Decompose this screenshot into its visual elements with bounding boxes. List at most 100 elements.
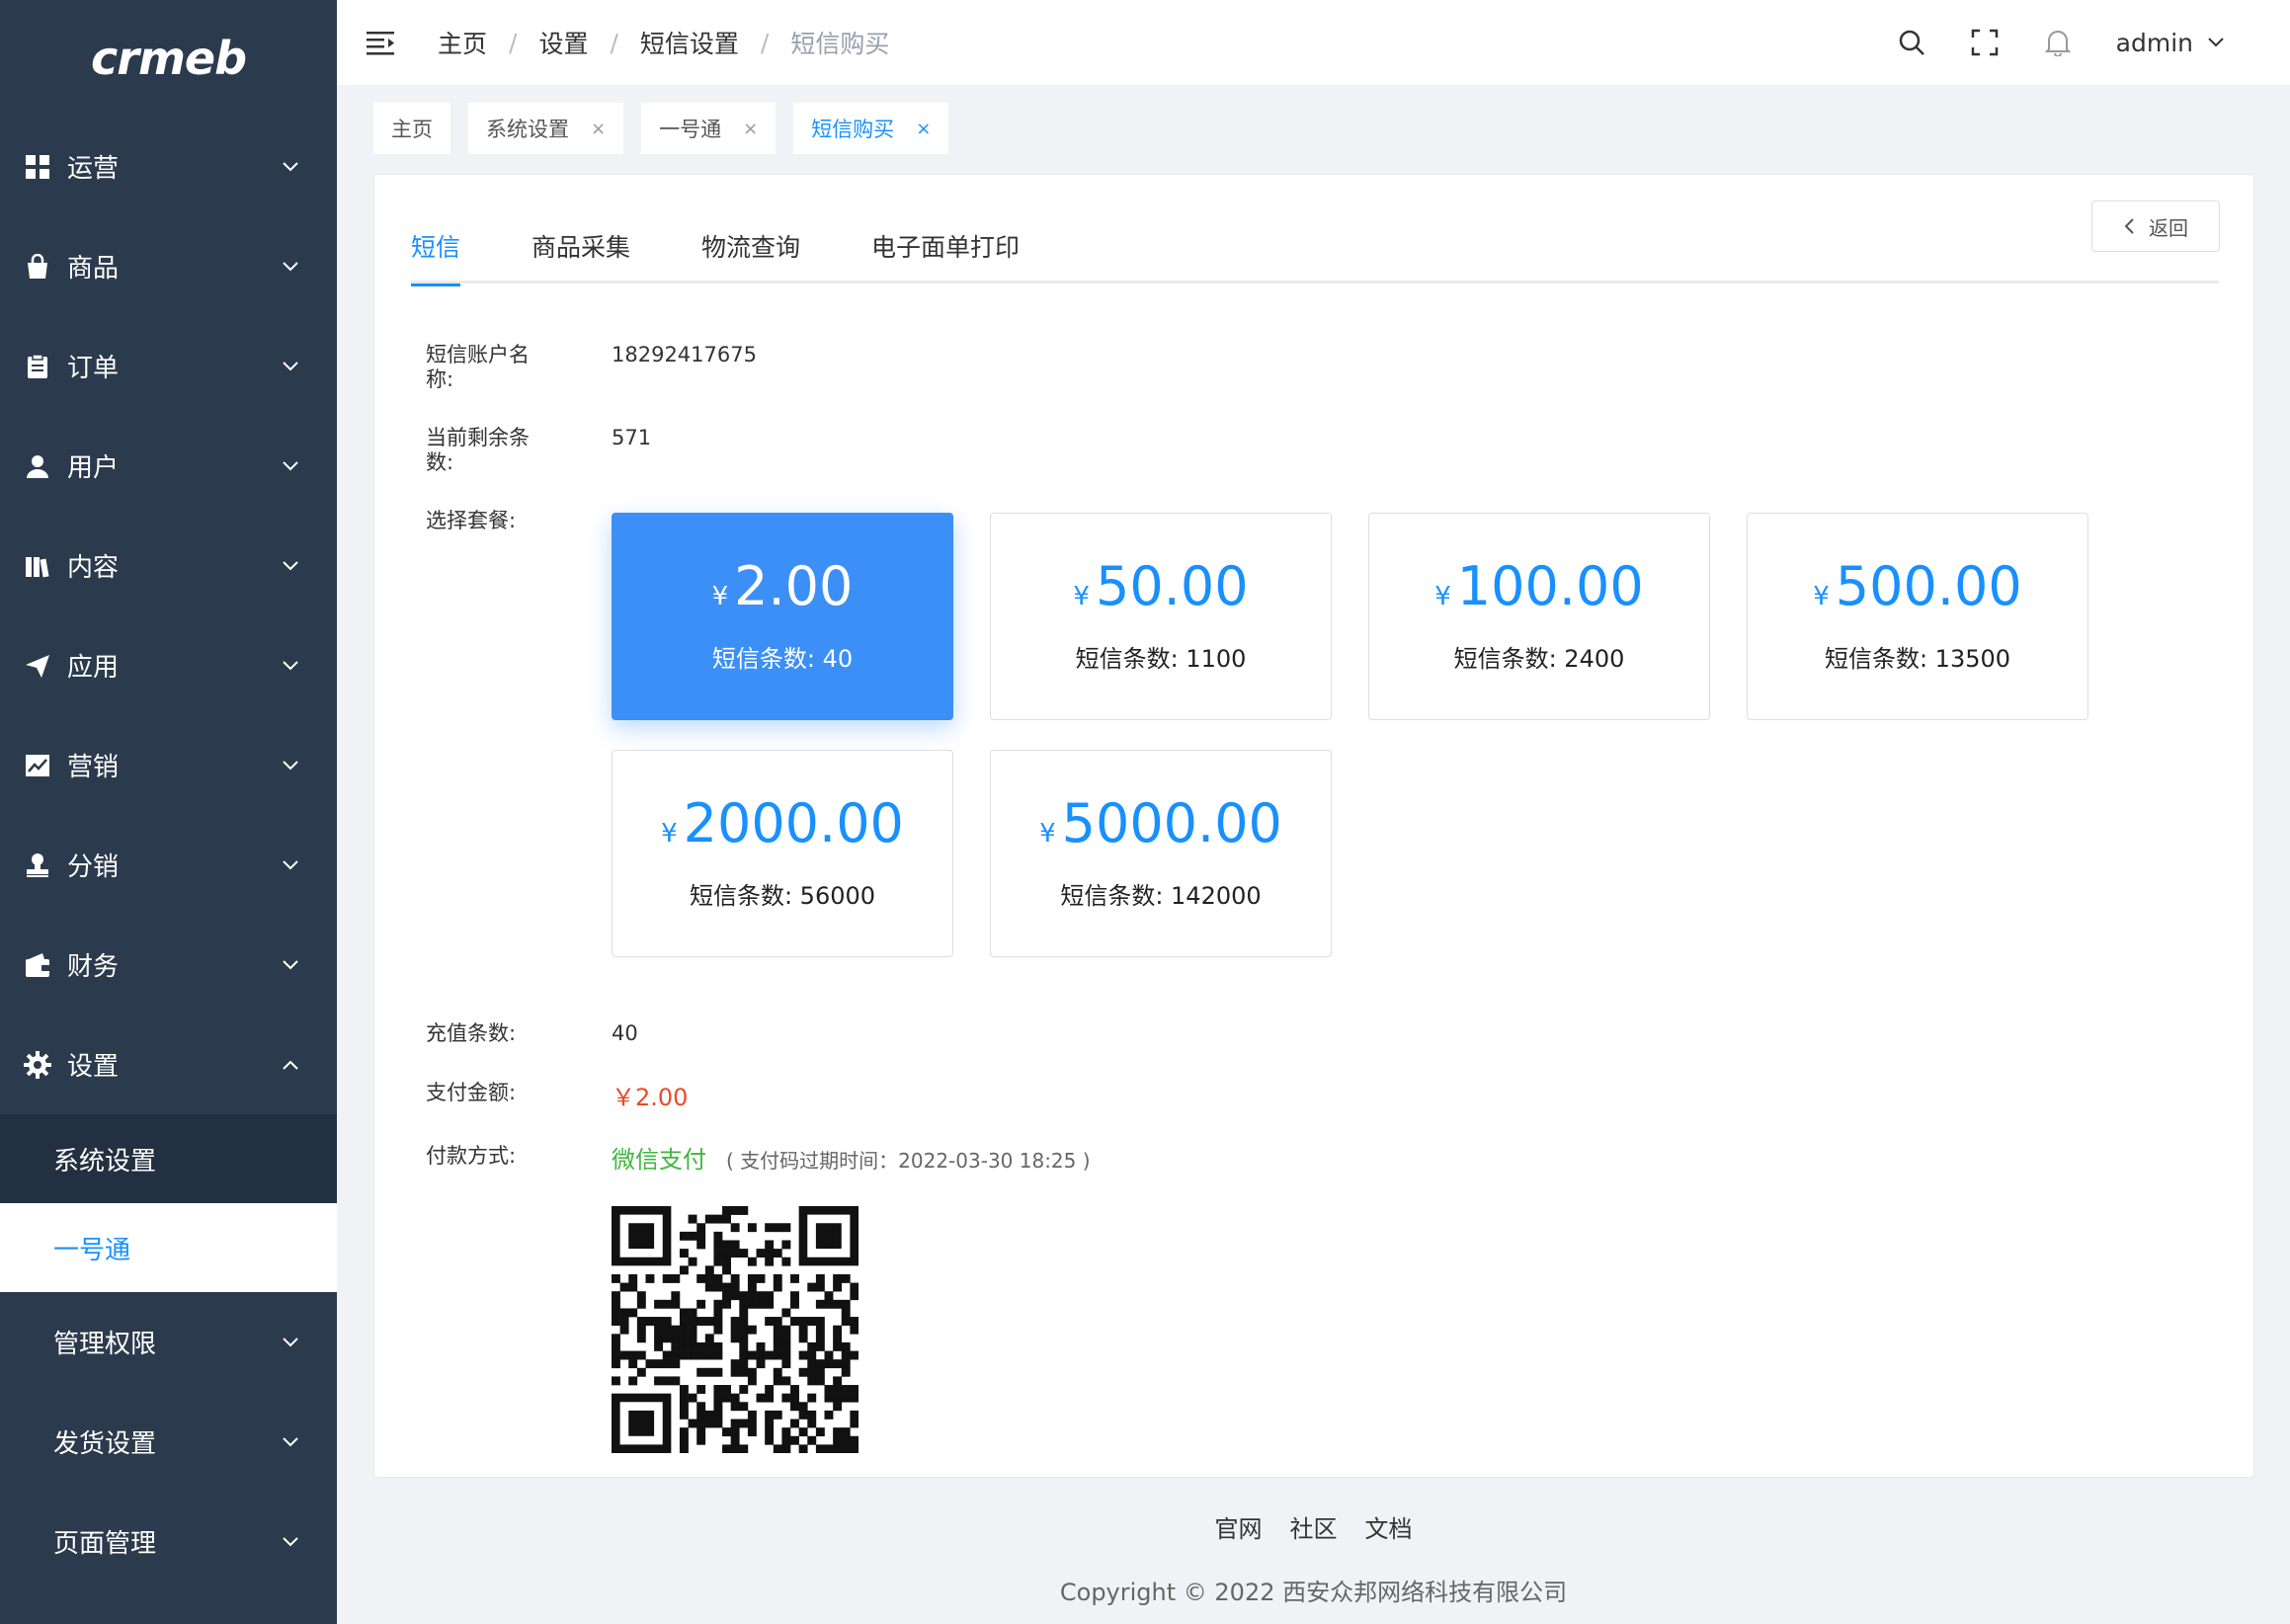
sidebar-item-orders[interactable]: 订单 xyxy=(0,316,337,416)
sidebar-item-label: 发货设置 xyxy=(53,1429,157,1459)
fullscreen-icon[interactable] xyxy=(1970,28,2000,57)
close-icon[interactable]: × xyxy=(916,119,931,139)
package-option[interactable]: ¥50.00 短信条数: 1100 xyxy=(990,513,1332,720)
sidebar-item-apps[interactable]: 应用 xyxy=(0,615,337,715)
package-price: ¥500.00 xyxy=(1813,554,2022,617)
account-row: 短信账户名称: 18292417675 xyxy=(426,343,757,392)
logo: crmeb xyxy=(0,0,337,117)
sidebar-item-page-management[interactable]: 页面管理 xyxy=(0,1492,337,1591)
package-count: 短信条数: 2400 xyxy=(1453,644,1625,673)
sidebar-item-marketing[interactable]: 营销 xyxy=(0,715,337,815)
currency-symbol: ¥ xyxy=(1434,581,1451,611)
package-price: ¥2000.00 xyxy=(661,796,904,851)
sidebar-subitem-yihaotong[interactable]: 一号通 xyxy=(0,1203,337,1292)
price-value: 500.00 xyxy=(1835,554,2022,617)
package-price: ¥50.00 xyxy=(1073,559,1248,613)
sidebar-item-users[interactable]: 用户 xyxy=(0,416,337,516)
package-option[interactable]: ¥100.00 短信条数: 2400 xyxy=(1368,513,1710,720)
package-option[interactable]: ¥2.00 短信条数: 40 xyxy=(612,513,953,720)
tag-home[interactable]: 主页 xyxy=(373,103,450,154)
qr-code-image xyxy=(612,1206,859,1454)
package-option[interactable]: ¥5000.00 短信条数: 142000 xyxy=(990,750,1332,957)
bag-icon xyxy=(24,253,51,281)
payment-qr-code xyxy=(612,1206,859,1454)
breadcrumb-home[interactable]: 主页 xyxy=(438,25,487,60)
recharge-label: 充值条数: xyxy=(426,1021,517,1045)
tag-label: 主页 xyxy=(391,118,433,141)
package-count: 短信条数: 13500 xyxy=(1824,644,2011,673)
chevron-down-icon xyxy=(280,755,301,776)
breadcrumb-separator: / xyxy=(509,28,518,57)
recharge-row: 充值条数: 40 xyxy=(426,1021,638,1046)
package-label: 选择套餐: xyxy=(426,509,517,532)
close-icon[interactable]: × xyxy=(743,119,758,139)
close-icon[interactable]: × xyxy=(591,119,606,139)
menu-collapse-icon[interactable] xyxy=(367,30,396,55)
package-price: ¥100.00 xyxy=(1434,559,1644,613)
tab-waybill-print[interactable]: 电子面单打印 xyxy=(871,224,1020,284)
logo-text: crmeb xyxy=(90,32,247,85)
tab-product-collect[interactable]: 商品采集 xyxy=(532,224,630,284)
sidebar-item-label: 财务 xyxy=(67,952,120,982)
search-icon[interactable] xyxy=(1897,28,1926,57)
sidebar-item-operations[interactable]: 运营 xyxy=(0,117,337,216)
account-value: 18292417675 xyxy=(612,343,757,366)
sidebar-item-settings[interactable]: 设置 xyxy=(0,1015,337,1114)
chevron-down-icon xyxy=(2208,38,2224,47)
send-icon xyxy=(24,652,51,680)
gear-icon xyxy=(24,1050,51,1079)
package-count: 短信条数: 1100 xyxy=(1075,644,1247,673)
package-option[interactable]: ¥500.00 短信条数: 13500 xyxy=(1747,513,2088,720)
wechat-pay-label: 微信支付 xyxy=(612,1146,706,1174)
sidebar-item-label: 页面管理 xyxy=(53,1529,157,1559)
breadcrumb-separator: / xyxy=(610,28,618,57)
breadcrumb: 主页 / 设置 / 短信设置 / 短信购买 xyxy=(438,25,1897,60)
sidebar-item-products[interactable]: 商品 xyxy=(0,216,337,316)
sidebar: crmeb 运营 商品 订单 用户 内容 应用 营销 分销 财务 设置 系统设置… xyxy=(0,0,337,1624)
footer-links: 官网 社区 文档 xyxy=(337,1509,2290,1544)
tag-sms-purchase[interactable]: 短信购买 × xyxy=(793,103,949,154)
user-menu[interactable]: admin xyxy=(2116,29,2225,57)
tag-system-settings[interactable]: 系统设置 × xyxy=(468,103,624,154)
breadcrumb-current: 短信购买 xyxy=(790,30,890,58)
pay-expire-text: ( 支付码过期时间：2022-03-30 18:25 ) xyxy=(726,1149,1091,1173)
chevron-up-icon xyxy=(280,1054,301,1076)
footer-link-docs[interactable]: 文档 xyxy=(1365,1509,1413,1544)
sidebar-item-shipping-settings[interactable]: 发货设置 xyxy=(0,1392,337,1492)
currency-symbol: ¥ xyxy=(711,581,729,611)
sidebar-item-distribution[interactable]: 分销 xyxy=(0,815,337,915)
tab-logistics-query[interactable]: 物流查询 xyxy=(701,224,800,284)
chevron-down-icon xyxy=(280,1332,301,1353)
clipboard-icon xyxy=(24,353,51,380)
pay-amount-value: ￥2.00 xyxy=(612,1084,689,1111)
breadcrumb-settings[interactable]: 设置 xyxy=(538,25,588,60)
bell-icon[interactable] xyxy=(2043,28,2073,57)
footer-link-community[interactable]: 社区 xyxy=(1290,1509,1338,1544)
breadcrumb-separator: / xyxy=(760,28,770,57)
sidebar-item-permissions[interactable]: 管理权限 xyxy=(0,1292,337,1392)
sidebar-item-content[interactable]: 内容 xyxy=(0,516,337,615)
top-header: 主页 / 设置 / 短信设置 / 短信购买 admin xyxy=(337,0,2290,85)
chevron-down-icon xyxy=(280,854,301,876)
package-price: ¥2.00 xyxy=(711,559,854,613)
chevron-down-icon xyxy=(280,954,301,976)
footer-link-official[interactable]: 官网 xyxy=(1215,1509,1263,1544)
tag-label: 系统设置 xyxy=(486,118,569,141)
chevron-down-icon xyxy=(280,555,301,577)
tab-sms[interactable]: 短信 xyxy=(411,224,461,286)
sidebar-subitem-system-settings[interactable]: 系统设置 xyxy=(0,1114,337,1203)
package-count: 短信条数: 142000 xyxy=(1060,881,1262,910)
username: admin xyxy=(2115,28,2193,57)
sidebar-item-finance[interactable]: 财务 xyxy=(0,915,337,1015)
sidebar-item-label: 商品 xyxy=(67,254,120,284)
remaining-value: 571 xyxy=(612,426,652,449)
book-icon xyxy=(24,552,51,580)
tag-yihaotong[interactable]: 一号通 × xyxy=(641,103,777,154)
account-label: 短信账户名称: xyxy=(426,343,530,391)
package-count: 短信条数: 40 xyxy=(711,644,854,673)
chart-icon xyxy=(24,752,51,779)
breadcrumb-sms-settings[interactable]: 短信设置 xyxy=(640,25,739,60)
grid-icon xyxy=(24,153,51,181)
remaining-label: 当前剩余条数: xyxy=(426,426,530,474)
package-option[interactable]: ¥2000.00 短信条数: 56000 xyxy=(612,750,953,957)
